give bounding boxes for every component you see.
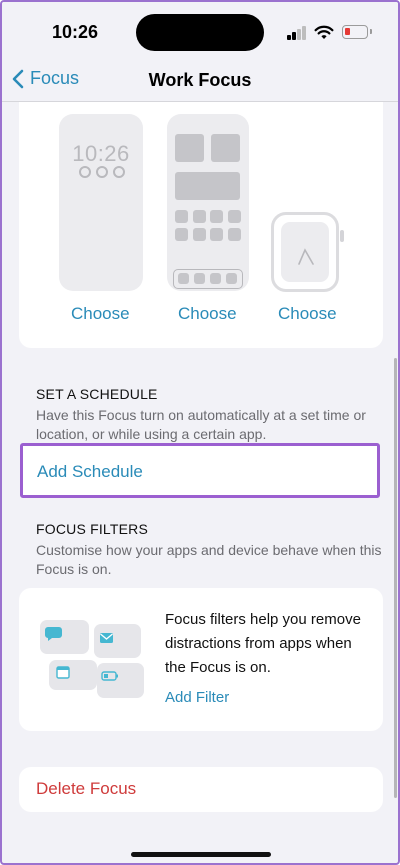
choose-watch-face-button[interactable]: Choose <box>278 304 337 324</box>
lock-screen-widgets <box>79 166 125 178</box>
schedule-section-header: SET A SCHEDULE <box>36 386 158 402</box>
phone-frame: 10:26 Focus Work Focus 10:26 Choose Choo… <box>0 0 400 865</box>
add-schedule-label: Add Schedule <box>37 462 143 481</box>
mail-icon <box>100 633 113 643</box>
message-chip <box>40 620 89 654</box>
wifi-icon <box>314 24 334 40</box>
calendar-chip <box>49 660 97 690</box>
choose-lock-screen-button[interactable]: Choose <box>71 304 130 324</box>
battery-icon <box>342 25 372 39</box>
mail-chip <box>94 624 141 658</box>
home-indicator[interactable] <box>131 852 271 857</box>
filters-section-header: FOCUS FILTERS <box>36 521 149 537</box>
page-title: Work Focus <box>148 70 252 90</box>
home-screen-preview[interactable] <box>167 114 249 291</box>
focus-filters-card: Focus filters help you remove distractio… <box>19 588 383 731</box>
calendar-icon <box>56 666 70 679</box>
status-time: 10:26 <box>52 22 99 42</box>
scroll-indicator[interactable] <box>394 358 397 798</box>
delete-focus-card[interactable]: Delete Focus <box>19 767 383 812</box>
cellular-signal-icon <box>287 26 307 40</box>
navigation-bar: Focus Work Focus <box>2 60 398 102</box>
message-icon <box>45 627 62 641</box>
delete-focus-button[interactable]: Delete Focus <box>36 779 136 799</box>
battery-filter-icon <box>101 671 118 681</box>
dynamic-island <box>136 14 264 51</box>
lock-screen-preview[interactable]: 10:26 <box>59 114 143 291</box>
watch-hands-icon <box>298 248 314 265</box>
focus-filters-description: Focus filters help you remove distractio… <box>165 611 361 676</box>
screen-customization-card: 10:26 Choose Choose Choose <box>19 102 383 348</box>
choose-home-screen-button[interactable]: Choose <box>178 304 237 324</box>
lock-screen-time: 10:26 <box>72 141 130 166</box>
status-bar: 10:26 <box>2 2 398 60</box>
filters-section-description: Customise how your apps and device behav… <box>36 542 382 577</box>
battery-chip <box>97 663 144 698</box>
watch-face-preview[interactable] <box>271 212 344 292</box>
add-schedule-button[interactable]: Add Schedule <box>20 443 380 498</box>
home-screen-dock <box>173 269 243 289</box>
schedule-section-description: Have this Focus turn on automatically at… <box>36 407 366 442</box>
add-filter-button[interactable]: Add Filter <box>165 689 229 706</box>
